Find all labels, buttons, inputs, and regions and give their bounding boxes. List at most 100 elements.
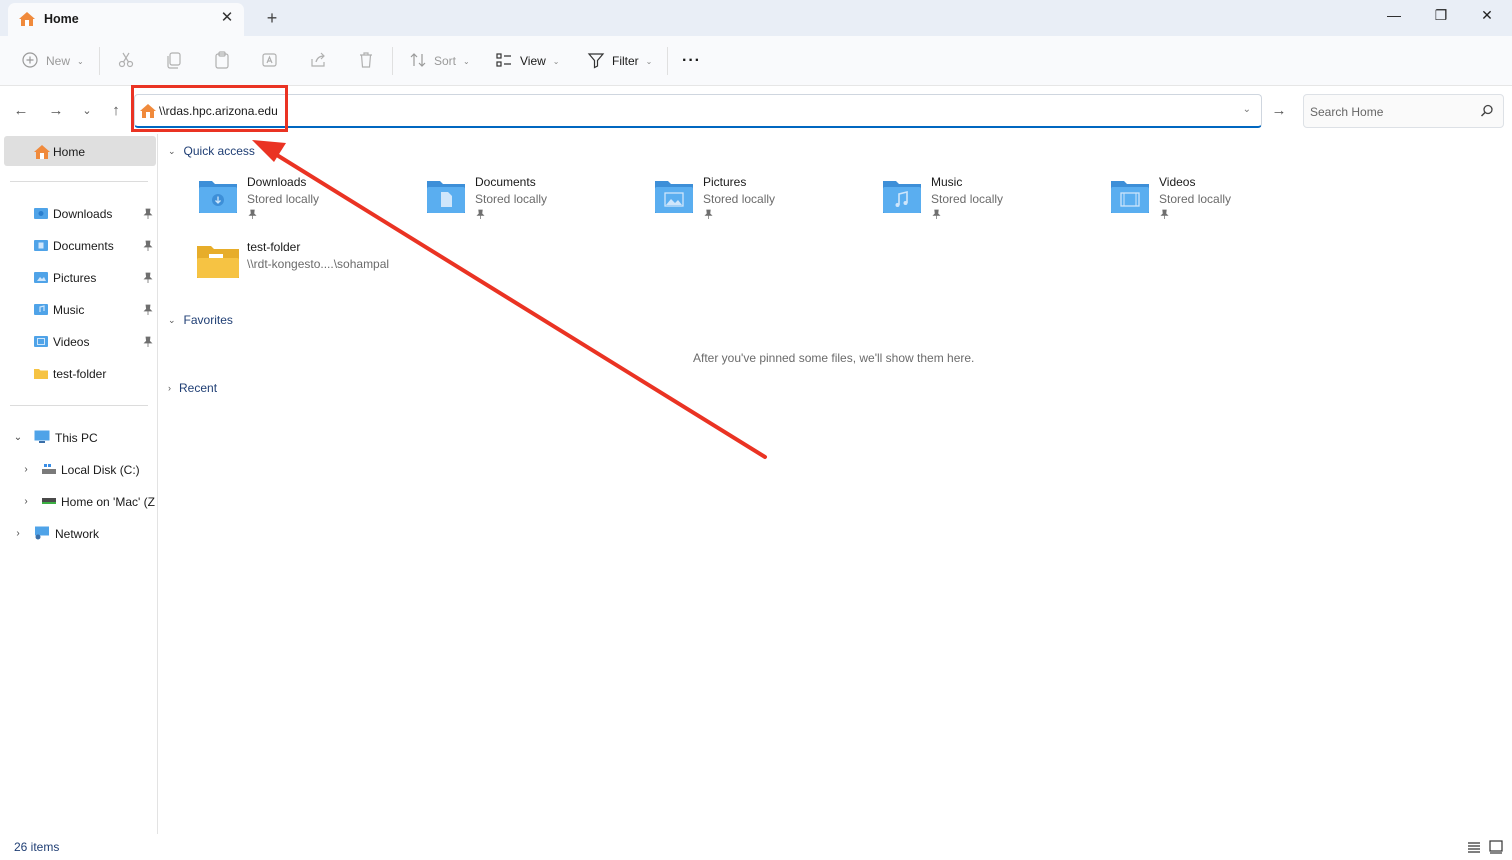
quick-access-item-music[interactable]: Music Stored locally	[881, 175, 1081, 231]
filter-button[interactable]: Filter ⌄	[586, 48, 652, 74]
up-button[interactable]: ↑	[105, 100, 127, 122]
music-folder-icon	[34, 303, 48, 318]
sidebar-item-local-disk[interactable]: Local Disk (C:)	[42, 457, 140, 483]
minimize-button[interactable]: —	[1371, 2, 1417, 28]
item-location: Stored locally	[703, 192, 776, 206]
share-button[interactable]	[308, 48, 328, 74]
sidebar-item-home[interactable]: Home	[4, 136, 156, 166]
main-content: ⌄ Quick access Downloads Stored locally …	[158, 134, 1512, 834]
item-location: \\rdt-kongesto....\sohampal	[247, 257, 390, 271]
videos-folder-icon	[34, 335, 48, 350]
arrow-left-icon: ←	[13, 102, 29, 119]
sidebar-item-label: Downloads	[53, 207, 113, 221]
tab-home[interactable]: Home ✕	[8, 3, 244, 36]
chevron-down-icon[interactable]: ⌄	[12, 432, 24, 444]
go-button[interactable]: →	[1268, 100, 1290, 122]
view-button[interactable]: View ⌄	[494, 48, 560, 74]
arrow-up-icon: ↑	[112, 102, 120, 119]
trash-icon	[356, 50, 376, 73]
documents-folder-icon	[425, 177, 467, 215]
home-icon	[18, 11, 36, 30]
pin-icon	[143, 304, 153, 316]
forward-button[interactable]: →	[45, 100, 67, 122]
new-label: New	[46, 54, 71, 68]
section-title: Recent	[179, 381, 218, 395]
videos-folder-icon	[1109, 177, 1151, 215]
sidebar-item-pictures[interactable]: Pictures	[34, 265, 96, 291]
recent-locations-button[interactable]: ⌄	[76, 100, 98, 122]
quick-access-item-documents[interactable]: Documents Stored locally	[425, 175, 625, 231]
arrow-right-icon: →	[48, 102, 64, 119]
cut-button[interactable]	[116, 48, 136, 74]
pin-icon	[143, 240, 153, 252]
paste-button[interactable]	[212, 48, 232, 74]
sidebar-item-label: test-folder	[53, 367, 107, 381]
item-location: Stored locally	[475, 192, 548, 206]
quick-access-item-downloads[interactable]: Downloads Stored locally	[197, 175, 397, 231]
new-tab-button[interactable]: +	[260, 6, 284, 30]
section-title: Quick access	[183, 144, 255, 158]
sort-icon	[408, 50, 428, 73]
sidebar-item-network[interactable]: Network	[34, 521, 99, 547]
maximize-button[interactable]: ❐	[1418, 2, 1464, 28]
sidebar-item-music[interactable]: Music	[34, 297, 84, 323]
delete-button[interactable]	[356, 48, 376, 74]
sidebar-item-downloads[interactable]: Downloads	[34, 201, 112, 227]
more-options-button[interactable]: ···	[682, 48, 701, 74]
address-history-chevron-icon[interactable]: ⌄	[1243, 104, 1251, 115]
quick-access-item-pictures[interactable]: Pictures Stored locally	[653, 175, 853, 231]
sidebar-item-documents[interactable]: Documents	[34, 233, 114, 259]
address-bar[interactable]: \\rdas.hpc.arizona.edu ⌄	[134, 94, 1262, 128]
quick-access-header[interactable]: ⌄ Quick access	[168, 144, 255, 158]
toolbar-divider	[667, 47, 668, 75]
paste-icon	[212, 50, 232, 73]
tab-close-button[interactable]: ✕	[216, 7, 238, 29]
network-icon	[34, 526, 50, 543]
chevron-down-icon: ⌄	[168, 314, 176, 325]
favorites-empty-message: After you've pinned some files, we'll sh…	[693, 351, 975, 365]
item-name: Music	[931, 175, 963, 189]
music-folder-icon	[881, 177, 923, 215]
pin-icon	[1160, 209, 1169, 220]
search-input[interactable]: Search Home	[1310, 105, 1383, 119]
sort-button[interactable]: Sort ⌄	[408, 48, 470, 74]
sidebar-divider	[10, 181, 148, 182]
back-button[interactable]: ←	[10, 100, 32, 122]
favorites-header[interactable]: ⌄ Favorites	[168, 313, 233, 327]
sort-label: Sort	[434, 54, 457, 68]
quick-access-item-videos[interactable]: Videos Stored locally	[1109, 175, 1309, 231]
chevron-right-icon: ›	[168, 383, 171, 393]
sidebar-divider	[10, 405, 148, 406]
item-name: Videos	[1159, 175, 1196, 189]
chevron-right-icon[interactable]: ›	[20, 464, 32, 476]
sidebar-item-label: Home on 'Mac' (Z	[61, 495, 155, 509]
rename-button[interactable]	[260, 48, 280, 74]
search-box[interactable]: Search Home	[1303, 94, 1504, 128]
recent-header[interactable]: › Recent	[168, 381, 217, 395]
tiles-view-icon[interactable]	[1489, 840, 1503, 857]
sidebar-item-videos[interactable]: Videos	[34, 329, 89, 355]
sidebar-item-label: Pictures	[53, 271, 97, 285]
plus-circle-icon	[20, 50, 40, 73]
sidebar-item-mac-drive[interactable]: Home on 'Mac' (Z	[42, 489, 158, 515]
downloads-folder-icon	[34, 207, 48, 222]
item-count: 26 items	[14, 840, 60, 854]
title-bar: Home ✕ + — ❐ ✕	[0, 0, 1512, 36]
home-icon	[33, 144, 51, 163]
filter-icon	[586, 50, 606, 73]
chevron-right-icon[interactable]: ›	[20, 496, 32, 508]
documents-folder-icon	[34, 239, 48, 254]
sidebar-item-label: Network	[55, 527, 100, 541]
share-icon	[308, 50, 328, 73]
chevron-right-icon[interactable]: ›	[12, 528, 24, 540]
quick-access-item-test-folder[interactable]: test-folder \\rdt-kongesto....\sohampal	[197, 240, 437, 296]
close-button[interactable]: ✕	[1464, 2, 1510, 28]
sidebar-item-test-folder[interactable]: test-folder	[34, 361, 106, 387]
details-view-icon[interactable]	[1467, 840, 1481, 857]
new-button[interactable]: New ⌄	[20, 48, 84, 74]
toolbar-divider	[99, 47, 100, 75]
sidebar-item-this-pc[interactable]: This PC	[34, 425, 98, 451]
view-icon	[494, 50, 514, 73]
pin-icon	[932, 209, 941, 220]
copy-button[interactable]	[164, 48, 184, 74]
